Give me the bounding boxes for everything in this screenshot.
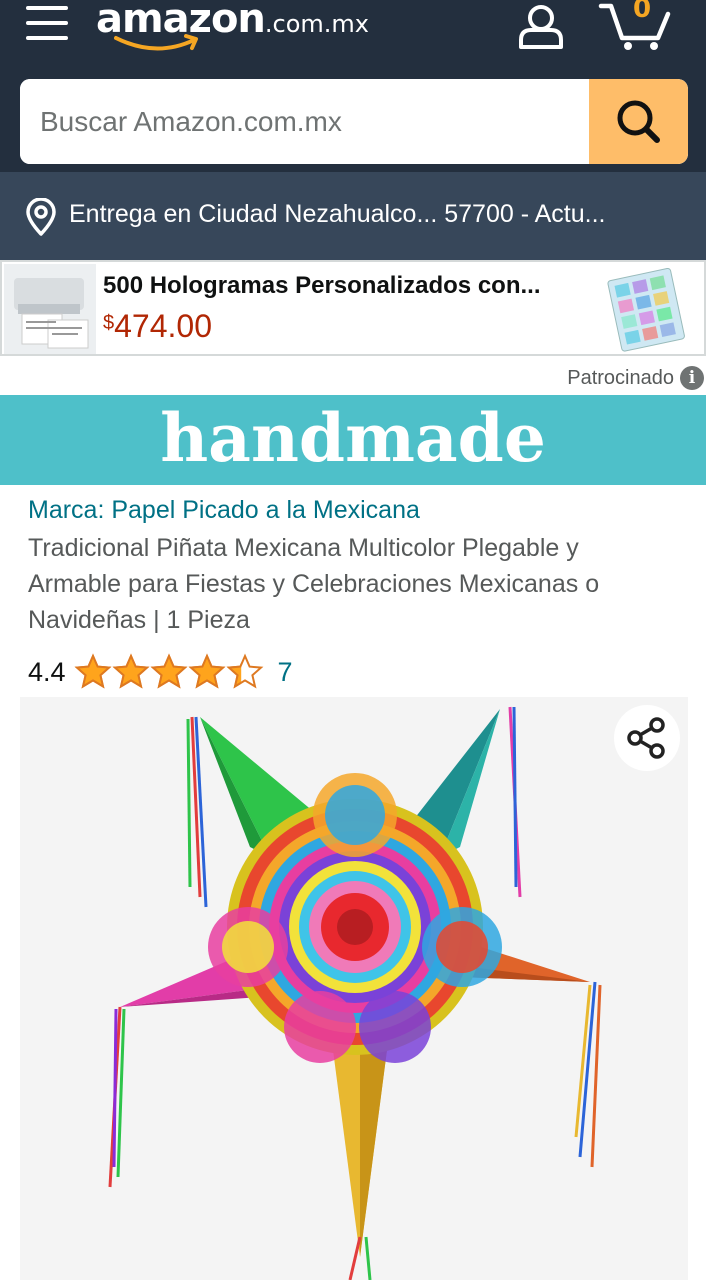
ad-title: 500 Hologramas Personalizados con...	[103, 272, 541, 299]
ad-price: $474.00	[103, 308, 212, 345]
delivery-location-bar[interactable]: Entrega en Ciudad Nezahualco... 57700 - …	[0, 172, 706, 260]
handmade-banner[interactable]: handmade	[0, 395, 706, 485]
sponsored-label-row[interactable]: Patrocinado i	[567, 364, 706, 392]
product-image[interactable]	[20, 697, 688, 1280]
logo-smile-icon	[114, 34, 198, 51]
search-bar	[20, 79, 688, 164]
star-icon	[150, 653, 187, 689]
ad-price-amount: 474.00	[114, 308, 212, 344]
star-pinata-image	[108, 706, 602, 1280]
ad-price-currency: $	[103, 312, 115, 334]
star-icon	[188, 653, 225, 689]
star-icon	[112, 653, 149, 689]
label-printer-image	[4, 264, 96, 354]
star-icon	[226, 653, 263, 689]
handmade-banner-text: handmade	[160, 399, 546, 477]
star-icon	[74, 653, 111, 689]
rating-stars	[74, 653, 264, 691]
user-account-icon[interactable]	[516, 2, 566, 50]
header-bar: amazon.com.mx 0	[0, 0, 706, 172]
delivery-location-text: Entrega en Ciudad Nezahualco... 57700 - …	[69, 200, 606, 228]
logo-domain: .com.mx	[264, 10, 370, 38]
share-icon	[627, 717, 665, 759]
location-pin-icon	[26, 198, 56, 236]
sponsored-ad-banner[interactable]: 500 Hologramas Personalizados con... $47…	[0, 260, 706, 356]
info-icon[interactable]: i	[680, 366, 704, 390]
cart-count-badge: 0	[632, 0, 652, 24]
search-button[interactable]	[589, 79, 688, 164]
brand-link[interactable]: Marca: Papel Picado a la Mexicana	[28, 496, 420, 525]
search-input[interactable]	[20, 79, 588, 164]
hologram-stickers-image	[607, 267, 685, 352]
rating-row[interactable]: 4.4 7	[28, 652, 293, 692]
sponsored-label: Patrocinado	[567, 366, 674, 389]
rating-value: 4.4	[28, 656, 66, 687]
amazon-logo[interactable]: amazon.com.mx	[96, 0, 369, 56]
share-button[interactable]	[614, 705, 680, 771]
rating-count-link[interactable]: 7	[278, 657, 293, 688]
hamburger-menu-icon[interactable]	[26, 6, 68, 44]
product-title: Tradicional Piñata Mexicana Multicolor P…	[28, 534, 600, 634]
search-icon	[617, 100, 660, 143]
